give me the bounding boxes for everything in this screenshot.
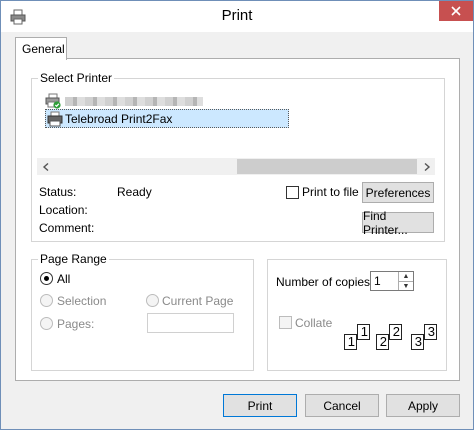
- chevron-right-icon: [424, 162, 430, 171]
- cancel-button[interactable]: Cancel: [305, 394, 379, 417]
- pages-input[interactable]: [147, 313, 234, 333]
- title-bar[interactable]: Print: [1, 1, 473, 32]
- status-label: Status:: [39, 185, 77, 199]
- status-value: Ready: [117, 185, 152, 199]
- printer-icon: [45, 93, 61, 109]
- select-printer-title: Select Printer: [38, 71, 115, 85]
- collate-checkbox[interactable]: [279, 316, 292, 329]
- location-label: Location:: [39, 203, 88, 217]
- find-printer-button[interactable]: Find Printer...: [362, 209, 434, 237]
- collate-page: 1: [344, 334, 357, 350]
- collate-page: 3: [411, 334, 424, 350]
- obscured-printer-name: [65, 96, 203, 106]
- comment-label: Comment:: [39, 221, 95, 235]
- current-page-radio-label[interactable]: Current Page: [162, 294, 233, 308]
- chevron-left-icon: [42, 162, 48, 171]
- number-of-copies-label: Number of copies:: [276, 275, 374, 289]
- pages-radio[interactable]: [40, 317, 53, 330]
- print-button[interactable]: Print: [223, 394, 297, 417]
- collate-page: 1: [357, 324, 370, 340]
- scroll-left-button[interactable]: [37, 158, 54, 175]
- preferences-button[interactable]: Preferences: [362, 182, 434, 203]
- spin-up-icon[interactable]: ▲: [399, 272, 413, 282]
- print-dialog: Print General Select Printer Telebroad P…: [0, 0, 474, 430]
- window-title: Print: [221, 7, 253, 24]
- scroll-thumb[interactable]: [237, 159, 417, 174]
- preferences-button-label: Preferences: [365, 185, 431, 200]
- selection-radio-label[interactable]: Selection: [57, 294, 106, 308]
- print-to-file-checkbox[interactable]: [286, 186, 299, 199]
- collate-label[interactable]: Collate: [295, 316, 332, 330]
- collate-page: 2: [389, 324, 402, 340]
- spin-down-icon[interactable]: ▼: [399, 282, 413, 291]
- page-range-title: Page Range: [38, 252, 109, 266]
- printer-list-scrollbar[interactable]: [37, 158, 435, 175]
- close-icon: [451, 6, 461, 16]
- all-radio[interactable]: [40, 272, 53, 285]
- close-button[interactable]: [439, 1, 473, 21]
- printer-icon: [47, 111, 63, 127]
- printer-item-telebroad[interactable]: Telebroad Print2Fax: [45, 109, 289, 128]
- printer-item-obscured[interactable]: [45, 93, 203, 109]
- print-to-file-label[interactable]: Print to file: [302, 185, 359, 199]
- all-radio-label[interactable]: All: [57, 272, 70, 286]
- radio-selected-dot: [44, 276, 49, 281]
- cancel-button-label: Cancel: [323, 398, 361, 413]
- collate-page: 2: [376, 334, 389, 350]
- copies-value[interactable]: 1: [374, 274, 381, 288]
- apply-button-label: Apply: [407, 398, 439, 413]
- scroll-right-button[interactable]: [418, 158, 435, 175]
- apply-button[interactable]: Apply: [386, 394, 460, 417]
- find-printer-button-label: Find Printer...: [363, 208, 408, 237]
- current-page-radio[interactable]: [146, 294, 159, 307]
- print-button-label: Print: [247, 398, 273, 413]
- tab-label: General: [22, 42, 65, 56]
- copies-spinner[interactable]: 1 ▲ ▼: [370, 271, 414, 291]
- pages-radio-label[interactable]: Pages:: [57, 317, 94, 331]
- selection-radio[interactable]: [40, 294, 53, 307]
- spinner-arrows: ▲ ▼: [398, 272, 413, 290]
- collate-page: 3: [424, 324, 437, 340]
- tab-general[interactable]: General: [15, 37, 67, 60]
- printer-label: Telebroad Print2Fax: [65, 111, 173, 126]
